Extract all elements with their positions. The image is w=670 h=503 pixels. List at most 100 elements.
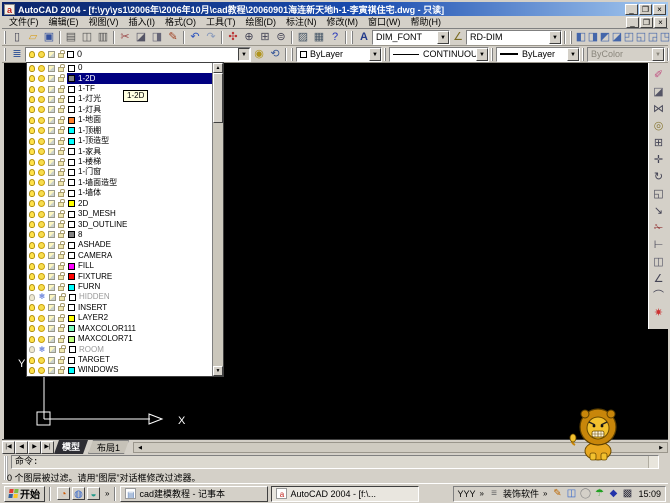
open-folder-icon[interactable]: ▱	[25, 30, 41, 45]
chevron-down-icon[interactable]: ▼	[437, 31, 449, 44]
layer-color-swatch[interactable]	[68, 284, 75, 291]
layer-on-bulb-icon[interactable]	[29, 159, 35, 166]
designcenter-icon[interactable]: ▦	[311, 30, 327, 45]
layer-on-bulb-icon[interactable]	[29, 169, 35, 176]
layer-thaw-sun-icon[interactable]	[38, 304, 45, 311]
layer-color-swatch[interactable]	[68, 304, 75, 311]
layer-lock-icon[interactable]	[59, 296, 65, 301]
layer-on-bulb-icon[interactable]	[29, 148, 35, 155]
explode-icon[interactable]: ✷	[651, 305, 667, 322]
array-icon[interactable]: ⊞	[651, 135, 667, 152]
layer-on-bulb-icon[interactable]	[29, 106, 35, 113]
layer-color-swatch[interactable]	[68, 273, 75, 280]
layer-thaw-sun-icon[interactable]	[38, 200, 45, 207]
layer-thaw-sun-icon[interactable]	[38, 315, 45, 322]
layer-lock-icon[interactable]	[58, 213, 64, 218]
restore-button[interactable]: ❐	[639, 4, 652, 15]
chevron-down-icon[interactable]: ▼	[567, 48, 579, 61]
command-history[interactable]: 命令:	[11, 455, 659, 469]
toolbar-grip[interactable]	[4, 31, 6, 44]
zoom-previous-icon[interactable]: ⊜	[273, 30, 289, 45]
layer-viewport-freeze-icon[interactable]	[48, 273, 55, 280]
command-history-scrollbar[interactable]	[648, 456, 658, 468]
layer-on-bulb-icon[interactable]	[29, 242, 35, 249]
layer-viewport-freeze-icon[interactable]	[48, 159, 55, 166]
layer-lock-icon[interactable]	[58, 171, 64, 176]
color-combo[interactable]: ByLayer ▼	[296, 47, 382, 62]
layer-thaw-sun-icon[interactable]	[38, 336, 45, 343]
layer-lock-icon[interactable]	[58, 192, 64, 197]
tab-layout1[interactable]: 布局1	[88, 440, 129, 454]
layer-on-bulb-icon[interactable]	[29, 86, 35, 93]
layer-color-swatch[interactable]	[68, 221, 75, 228]
layer-on-bulb-icon[interactable]	[29, 315, 35, 322]
chevron-more-icon[interactable]: »	[542, 489, 548, 498]
layer-thaw-sun-icon[interactable]	[38, 252, 45, 259]
layer-thaw-sun-icon[interactable]	[38, 221, 45, 228]
layer-on-bulb-icon[interactable]	[29, 336, 35, 343]
cut-scissors-icon[interactable]: ✂	[117, 30, 133, 45]
view-bottom-icon[interactable]: ◨	[587, 30, 599, 45]
layer-lock-icon[interactable]	[58, 129, 64, 134]
match-properties-icon[interactable]: ✎	[165, 30, 181, 45]
layer-row-1-顶棚[interactable]: 1-顶棚	[27, 126, 223, 136]
layer-color-swatch[interactable]	[68, 75, 75, 82]
layer-viewport-freeze-icon[interactable]	[48, 336, 55, 343]
layer-viewport-freeze-icon[interactable]	[48, 75, 55, 82]
tray-shield-icon[interactable]: ◆	[607, 488, 619, 500]
layer-viewport-freeze-icon[interactable]	[48, 106, 55, 113]
layer-list-scrollbar[interactable]: ▲ ▼	[212, 63, 223, 376]
notepad-icon[interactable]: ▤	[125, 488, 136, 499]
layer-viewport-freeze-icon[interactable]	[48, 304, 55, 311]
next-tab-icon[interactable]: ▶	[28, 441, 41, 454]
move-icon[interactable]: ✛	[651, 152, 667, 169]
lineweight-combo[interactable]: ByLayer ▼	[496, 47, 580, 62]
layer-row-CAMERA[interactable]: CAMERA	[27, 251, 223, 261]
layer-color-swatch[interactable]	[68, 148, 75, 155]
erase-icon[interactable]: ✐	[651, 67, 667, 84]
last-tab-icon[interactable]: ▶|	[41, 441, 54, 454]
linetype-combo[interactable]: CONTINUOUS ▼	[389, 47, 489, 62]
layer-color-swatch[interactable]	[68, 336, 75, 343]
layer-row-MAXCOLOR71[interactable]: MAXCOLOR71	[27, 334, 223, 344]
tray-label-yyy[interactable]: YYY	[458, 489, 476, 499]
layer-color-swatch[interactable]	[68, 211, 75, 218]
layer-on-bulb-icon[interactable]	[29, 65, 35, 72]
taskbar-button-0[interactable]: ▤cad建模教程 - 记事本	[120, 486, 268, 502]
layer-lock-icon[interactable]	[58, 317, 64, 322]
layer-lock-icon[interactable]	[58, 254, 64, 259]
menu-item-6[interactable]: 绘图(D)	[241, 16, 282, 28]
layer-viewport-freeze-icon[interactable]	[48, 127, 55, 134]
layer-viewport-freeze-icon[interactable]	[48, 65, 55, 72]
chevron-more-icon[interactable]: »	[104, 489, 110, 498]
save-floppy-icon[interactable]: ▣	[41, 30, 57, 45]
paste-icon[interactable]: ◨	[149, 30, 165, 45]
layer-lock-icon[interactable]	[59, 348, 65, 353]
properties-icon[interactable]: ▨	[295, 30, 311, 45]
quicklaunch-2-icon[interactable]: ◍	[72, 487, 85, 500]
first-tab-icon[interactable]: |◀	[2, 441, 15, 454]
layer-lock-icon[interactable]	[58, 150, 64, 155]
layer-on-bulb-icon[interactable]	[29, 96, 35, 103]
layer-thaw-sun-icon[interactable]	[38, 106, 45, 113]
layer-thaw-sun-icon[interactable]	[38, 179, 45, 186]
layer-lock-icon[interactable]	[58, 98, 64, 103]
layer-lock-icon[interactable]	[58, 338, 64, 343]
layer-row-1-墙体[interactable]: 1-墙体	[27, 188, 223, 198]
scroll-left-icon[interactable]: ◀	[134, 443, 146, 452]
layer-color-swatch[interactable]	[68, 169, 75, 176]
start-button[interactable]: 开始	[4, 486, 45, 502]
layer-on-bulb-icon[interactable]	[29, 179, 35, 186]
break-icon[interactable]: ◫	[651, 254, 667, 271]
layer-color-swatch[interactable]	[68, 263, 75, 270]
rotate-icon[interactable]: ↻	[651, 169, 667, 186]
layer-viewport-freeze-icon[interactable]	[48, 200, 55, 207]
layer-row-FIXTURE[interactable]: FIXTURE	[27, 271, 223, 281]
layer-thaw-sun-icon[interactable]	[38, 357, 45, 364]
layer-on-bulb-icon[interactable]	[29, 263, 35, 270]
scroll-up-icon[interactable]: ▲	[213, 63, 223, 73]
layer-viewport-freeze-icon[interactable]	[48, 367, 55, 374]
menu-item-10[interactable]: 帮助(H)	[406, 16, 447, 28]
layer-thaw-sun-icon[interactable]	[38, 325, 45, 332]
tray-ring-icon[interactable]: ◯	[579, 488, 591, 500]
